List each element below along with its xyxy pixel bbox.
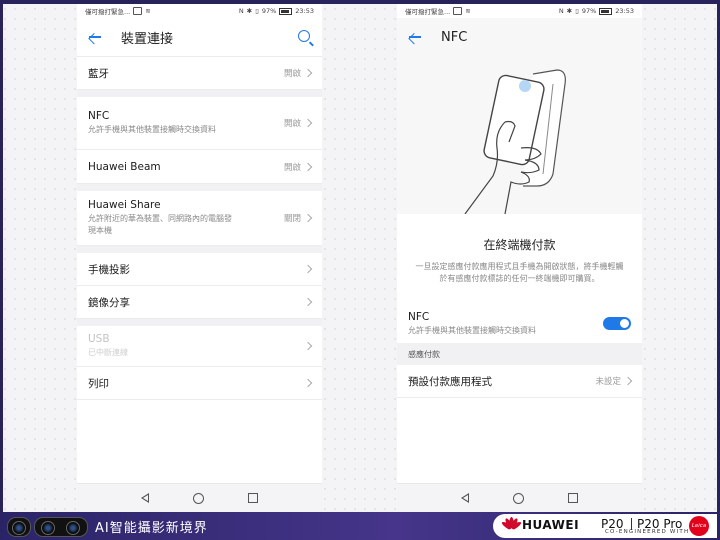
list-item-print[interactable]: 列印	[77, 367, 322, 400]
camera-lens-icon	[66, 521, 80, 535]
back-arrow-icon[interactable]	[407, 29, 423, 45]
battery-percent: 97%	[581, 7, 597, 15]
list-item-screen-projection[interactable]: 手機投影	[77, 253, 322, 286]
navigation-bar	[397, 483, 642, 512]
brand-name: HUAWEI	[522, 518, 580, 532]
chevron-right-icon	[303, 162, 313, 171]
leica-logo: Leica	[689, 516, 709, 536]
item-label: Huawei Share	[88, 199, 161, 211]
carrier-text: 僅可撥打緊急...	[85, 8, 131, 16]
section-gap	[77, 184, 322, 191]
search-icon[interactable]	[298, 30, 310, 42]
page-title: 裝置連接	[121, 31, 174, 47]
nav-home-icon[interactable]	[193, 492, 204, 504]
default-payment-app-label: 預設付款應用程式	[408, 375, 492, 388]
camera-module-icon	[7, 517, 31, 537]
section-gap	[77, 90, 322, 97]
item-value: 關閉	[283, 214, 301, 224]
nfc-description: 一旦設定感應付款應用程式且手機為開啟狀態，將手機輕觸於有感應付款標誌的任何一終端…	[415, 262, 624, 283]
nav-recents-icon[interactable]	[248, 493, 258, 503]
back-arrow-icon[interactable]	[87, 29, 103, 45]
nav-back-icon[interactable]	[141, 493, 149, 503]
nav-back-icon[interactable]	[461, 493, 469, 503]
chevron-right-icon	[303, 378, 313, 388]
status-bar: 僅可撥打緊急... ≋ N ✱ ▯ 97% 23:53	[397, 4, 642, 18]
section-gap	[77, 246, 322, 253]
list-item-bluetooth[interactable]: 藍牙 開啟	[77, 57, 322, 90]
list-item-nfc[interactable]: NFC 允許手機與其他裝置接觸時交換資料 開啟	[77, 97, 322, 150]
promo-banner: AI智能攝影新境界 HUAWEI P20 P20 Pro CO-ENGINEER…	[0, 512, 720, 540]
nfc-subtitle: 允許手機與其他裝置接觸時交換資料	[408, 325, 536, 335]
default-payment-app-value: 未設定	[595, 377, 621, 387]
carrier-text: 僅可撥打緊急...	[405, 8, 451, 16]
nav-recents-icon[interactable]	[568, 493, 578, 503]
bluetooth-icon: ✱	[246, 7, 253, 15]
nfc-heading: 在終端機付款	[483, 238, 556, 252]
nfc-label: NFC	[408, 310, 430, 323]
list-item-mirror-share[interactable]: 鏡像分享	[77, 286, 322, 319]
item-label: 列印	[88, 377, 109, 390]
brand-box: HUAWEI P20 P20 Pro CO-ENGINEERED WITH Le…	[493, 514, 717, 538]
left-phone-screen: 僅可撥打緊急... ≋ N ✱ ▯ 97% 23:53 裝置連接 藍牙 開啟 N…	[77, 4, 322, 512]
nfc-status-icon: N	[238, 7, 244, 15]
right-phone-screen: 僅可撥打緊急... ≋ N ✱ ▯ 97% 23:53 NFC 在終端機付款 一…	[397, 4, 642, 512]
page-title: NFC	[441, 29, 468, 45]
app-bar: NFC	[397, 18, 642, 56]
item-value: 開啟	[283, 69, 301, 79]
wifi-icon: ≋	[145, 7, 151, 15]
camera-lens-icon	[41, 521, 55, 535]
banner-slogan: AI智能攝影新境界	[95, 521, 208, 536]
clock: 23:53	[295, 7, 314, 15]
list-item-usb: USB 已中斷連線	[77, 326, 322, 367]
list-item-huawei-beam[interactable]: Huawei Beam 開啟	[77, 150, 322, 184]
chevron-right-icon	[303, 68, 313, 78]
battery-icon	[279, 7, 293, 15]
item-label: USB	[88, 333, 110, 345]
item-label: 鏡像分享	[88, 296, 130, 309]
app-bar: 裝置連接	[77, 18, 322, 56]
hand-phone-terminal-icon	[464, 69, 566, 214]
section-header: 感應付款	[397, 343, 642, 365]
item-label: 藍牙	[88, 67, 109, 80]
nfc-toggle-row[interactable]: NFC 允許手機與其他裝置接觸時交換資料	[397, 303, 642, 343]
nav-home-icon[interactable]	[513, 492, 524, 504]
chevron-right-icon	[623, 376, 633, 386]
bluetooth-icon: ✱	[566, 7, 573, 15]
section-gap	[77, 319, 322, 326]
co-engineered-text: CO-ENGINEERED WITH	[605, 529, 690, 535]
item-subtitle: 允許附近的華為裝置、同網路內的電腦發現本機	[88, 214, 232, 235]
item-label: NFC	[88, 110, 110, 122]
item-value: 開啟	[283, 162, 301, 173]
dual-camera-module-icon	[34, 517, 88, 537]
chevron-right-icon	[303, 118, 313, 128]
sim-icon	[133, 7, 143, 15]
vibrate-icon: ▯	[575, 7, 579, 15]
navigation-bar	[77, 483, 322, 512]
battery-percent: 97%	[261, 7, 277, 15]
list-item-huawei-share[interactable]: Huawei Share 允許附近的華為裝置、同網路內的電腦發現本機 關閉	[77, 191, 322, 246]
wifi-icon: ≋	[465, 7, 471, 15]
status-bar: 僅可撥打緊急... ≋ N ✱ ▯ 97% 23:53	[77, 4, 322, 18]
item-value: 開啟	[283, 119, 301, 129]
item-label: 手機投影	[88, 263, 130, 276]
battery-icon	[599, 7, 613, 15]
item-subtitle: 允許手機與其他裝置接觸時交換資料	[88, 125, 216, 134]
nfc-payment-illustration	[397, 56, 642, 214]
camera-lens-icon	[12, 521, 26, 535]
sim-icon	[453, 7, 463, 15]
item-subtitle: 已中斷連線	[88, 348, 128, 357]
vibrate-icon: ▯	[255, 7, 259, 15]
chevron-right-icon	[303, 297, 313, 307]
chevron-right-icon	[303, 341, 313, 351]
huawei-logo-icon	[500, 517, 522, 533]
chevron-right-icon	[303, 264, 313, 274]
default-payment-app-row[interactable]: 預設付款應用程式 未設定	[397, 365, 642, 398]
nfc-status-icon: N	[558, 7, 564, 15]
chevron-right-icon	[303, 213, 313, 223]
item-label: Huawei Beam	[88, 160, 161, 173]
nfc-toggle-switch[interactable]	[603, 316, 631, 330]
clock: 23:53	[615, 7, 634, 15]
